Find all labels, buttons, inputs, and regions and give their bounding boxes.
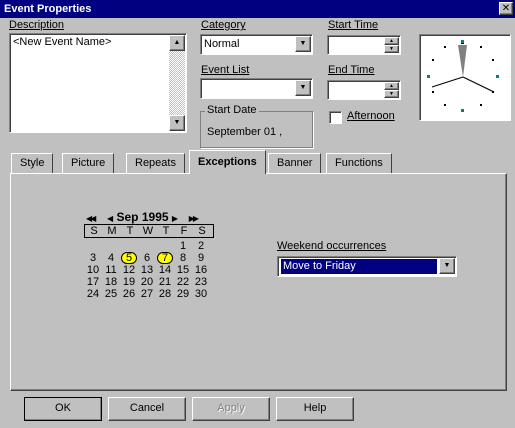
calendar-weekday: T <box>126 225 134 237</box>
description-label: Description <box>9 19 65 31</box>
calendar-day[interactable]: 28 <box>157 288 173 301</box>
start-date-value[interactable]: September 01 , <box>207 126 282 138</box>
afternoon-checkbox[interactable] <box>329 111 342 124</box>
calendar-grid: 1 2 3 4 5 6 7 8 9 10 11 12 13 14 15 16 17 18 19 20 21 22 23 24 2… <box>84 239 214 309</box>
calendar-weekday: M <box>107 225 117 237</box>
start-date-label: Start Date <box>205 104 259 116</box>
calendar-day[interactable]: 5 <box>121 252 137 264</box>
tab-exceptions[interactable]: Exceptions <box>189 150 266 174</box>
description-text[interactable]: <New Event Name> <box>13 36 111 48</box>
cancel-button[interactable]: Cancel <box>108 397 186 421</box>
clock-face-icon <box>427 40 499 112</box>
prev-month-icon[interactable]: ◀ <box>107 214 113 223</box>
close-icon: ✕ <box>501 3 511 14</box>
apply-button[interactable]: Apply <box>192 397 270 421</box>
calendar-nav: ◀◀ ◀ Sep 1995 ▶ ▶▶ <box>86 210 199 224</box>
event-list-label: Event List <box>201 64 250 76</box>
analog-clock <box>419 34 511 121</box>
calendar-day[interactable]: 26 <box>121 288 137 301</box>
calendar-weekday: F <box>180 225 188 237</box>
description-field[interactable]: <New Event Name> ▲ ▼ <box>9 33 187 133</box>
calendar-day[interactable]: 29 <box>175 288 191 301</box>
calendar-weekday-header: SMTWTFS <box>84 224 214 238</box>
weekend-select[interactable]: Move to Friday ▼ <box>277 256 457 277</box>
scroll-up-arrow-icon[interactable]: ▲ <box>169 35 185 51</box>
help-button[interactable]: Help <box>276 397 354 421</box>
calendar-weekday: W <box>142 225 154 237</box>
end-time-field[interactable]: ▲ ▼ <box>327 80 401 100</box>
close-button[interactable]: ✕ <box>499 2 513 15</box>
weekend-value: Move to Friday <box>281 259 437 274</box>
prev-year-icon[interactable]: ◀◀ <box>86 214 96 223</box>
event-list-select[interactable]: ▼ <box>200 78 313 99</box>
end-time-label: End Time <box>328 64 375 76</box>
calendar-day[interactable]: 24 <box>85 288 101 301</box>
start-time-label: Start Time <box>328 19 379 31</box>
exceptions-panel: ◀◀ ◀ Sep 1995 ▶ ▶▶ SMTWTFS 1 2 3 4 5 6 7 8 9 10 11… <box>10 173 507 391</box>
chevron-down-icon[interactable]: ▼ <box>295 36 311 52</box>
description-scrollbar[interactable]: ▲ ▼ <box>169 35 185 131</box>
spin-up-icon[interactable]: ▲ <box>384 37 399 45</box>
category-select[interactable]: Normal ▼ <box>200 34 313 55</box>
calendar-weekday: S <box>198 225 206 237</box>
calendar-day[interactable]: 25 <box>103 288 119 301</box>
start-time-field[interactable]: ▲ ▼ <box>327 35 401 55</box>
next-month-icon[interactable]: ▶ <box>172 214 178 223</box>
tab-functions[interactable]: Functions <box>326 153 392 173</box>
spin-down-icon[interactable]: ▼ <box>384 90 399 98</box>
category-label: Category <box>201 19 246 31</box>
calendar-weekday: T <box>162 225 170 237</box>
ok-button[interactable]: OK <box>24 397 102 421</box>
tab-picture[interactable]: Picture <box>62 153 115 173</box>
category-value: Normal <box>204 38 240 50</box>
next-year-icon[interactable]: ▶▶ <box>189 214 199 223</box>
chevron-down-icon[interactable]: ▼ <box>439 258 455 274</box>
spin-down-icon[interactable]: ▼ <box>384 45 399 53</box>
calendar-day[interactable]: 30 <box>193 288 209 301</box>
spin-up-icon[interactable]: ▲ <box>384 82 399 90</box>
window-title: Event Properties <box>4 3 92 15</box>
calendar-day[interactable]: 7 <box>157 252 173 264</box>
calendar-day[interactable]: 27 <box>139 288 155 301</box>
chevron-down-icon[interactable]: ▼ <box>295 80 311 96</box>
afternoon-label[interactable]: Afternoon <box>347 110 395 122</box>
weekend-label: Weekend occurrences <box>277 240 387 252</box>
tab-style[interactable]: Style <box>11 153 54 173</box>
title-bar: Event Properties ✕ <box>0 0 515 18</box>
tab-repeats[interactable]: Repeats <box>126 153 185 173</box>
scroll-down-arrow-icon[interactable]: ▼ <box>169 115 185 131</box>
calendar-month-year: Sep 1995 <box>116 210 169 224</box>
tab-banner[interactable]: Banner <box>268 153 322 173</box>
calendar-weekday: S <box>90 225 98 237</box>
